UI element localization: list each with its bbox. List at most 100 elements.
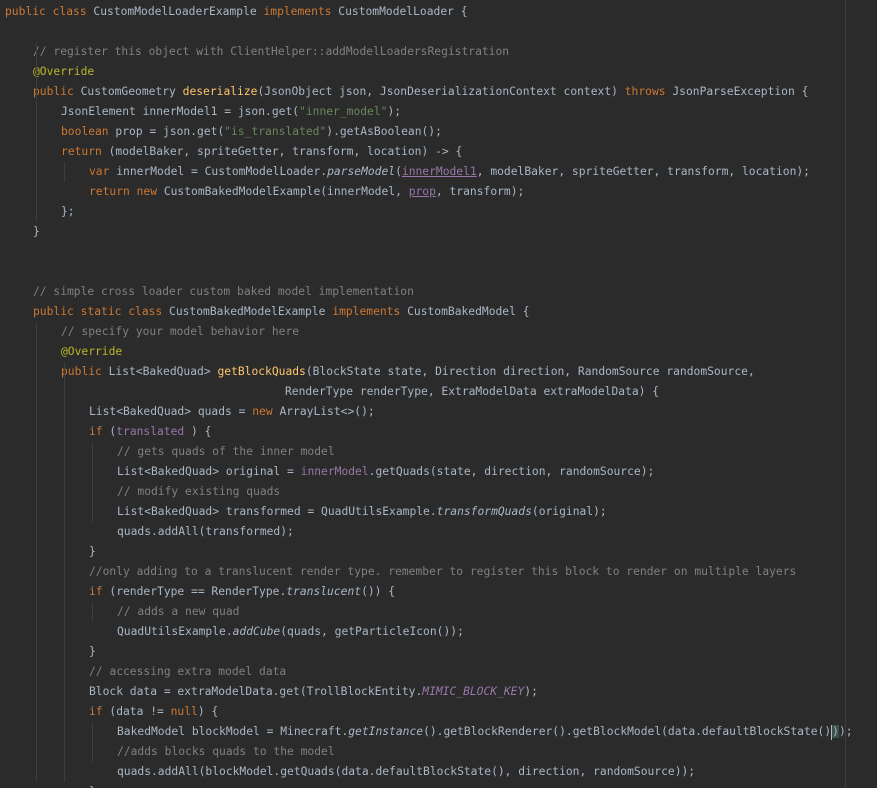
right-margin-guide — [845, 0, 846, 788]
indent-guide — [92, 602, 93, 622]
code-token: parseModel — [327, 165, 396, 178]
code-token: if — [89, 585, 110, 598]
code-line[interactable]: public List<BakedQuad> getBlockQuads(Blo… — [61, 362, 755, 382]
code-line[interactable]: // modify existing quads — [117, 482, 280, 502]
code-token: innerModel = CustomModelLoader. — [116, 165, 328, 178]
code-editor[interactable]: public class CustomModelLoaderExample im… — [0, 0, 877, 788]
code-token: // register this object with ClientHelpe… — [33, 45, 510, 58]
code-token: "inner_model" — [299, 105, 388, 118]
code-token: { — [652, 385, 660, 398]
indent-guide — [36, 42, 37, 222]
code-line[interactable]: boolean prop = json.get("is_translated")… — [61, 122, 442, 142]
code-line[interactable]: @Override — [33, 62, 94, 82]
code-line[interactable]: List<BakedQuad> original = innerModel.ge… — [117, 462, 654, 482]
code-line[interactable]: List<BakedQuad> quads = new ArrayList<>(… — [89, 402, 375, 422]
code-token: translated — [116, 425, 185, 438]
code-line[interactable]: // simple cross loader custom baked mode… — [33, 282, 414, 302]
code-line[interactable]: quads.addAll(blockModel.getQuads(data.de… — [117, 762, 695, 782]
code-token: //only adding to a translucent render ty… — [89, 565, 797, 578]
code-line[interactable]: @Override — [61, 342, 122, 362]
code-line[interactable]: // accessing extra model data — [89, 662, 286, 682]
code-line[interactable]: List<BakedQuad> transformed = QuadUtilsE… — [117, 502, 607, 522]
code-line[interactable]: return new CustomBakedModelExample(inner… — [89, 182, 524, 202]
code-token: ().getBlockRenderer().getBlockModel(data… — [423, 725, 832, 738]
code-line[interactable]: //only adding to a translucent render ty… — [89, 562, 796, 582]
code-token: (renderType == RenderType. — [109, 585, 287, 598]
code-line[interactable]: }; — [61, 202, 75, 222]
code-line[interactable]: BakedModel blockModel = Minecraft.getIns… — [117, 722, 853, 742]
code-line[interactable]: //adds blocks quads to the model — [117, 742, 335, 762]
code-token: null — [170, 705, 198, 718]
code-token: prop = json.get( — [115, 125, 225, 138]
code-token: JsonParseException — [672, 85, 802, 98]
indent-guide — [92, 722, 93, 762]
code-token: addCube — [232, 625, 281, 638]
code-token: implements — [332, 305, 408, 318]
code-line[interactable]: return (modelBaker, spriteGetter, transf… — [61, 142, 462, 162]
code-token: prop — [408, 185, 436, 198]
code-token: (JsonObject json, JsonDeserializationCon… — [257, 85, 625, 98]
code-line[interactable]: // specify your model behavior here — [61, 322, 299, 342]
code-token: } — [89, 645, 96, 658]
code-line[interactable]: RenderType renderType, ExtraModelData ex… — [285, 382, 659, 402]
code-line[interactable]: } — [89, 542, 96, 562]
code-token: RenderType renderType, ExtraModelData ex… — [285, 385, 653, 398]
code-token: ); — [838, 725, 853, 738]
code-token: ); — [387, 105, 408, 118]
code-token: .getQuads(state, direction, randomSource… — [368, 465, 655, 478]
code-token: { — [801, 85, 809, 98]
code-token: return — [61, 145, 109, 158]
code-line[interactable]: // adds a new quad — [117, 602, 239, 622]
code-token: } — [33, 225, 40, 238]
code-token: innerModel — [300, 465, 369, 478]
code-line[interactable]: QuadUtilsExample.addCube(quads, getParti… — [117, 622, 464, 642]
indent-guide — [64, 362, 65, 782]
code-token: CustomBakedModelExample — [169, 305, 333, 318]
code-token: throws — [624, 85, 673, 98]
code-line[interactable]: // gets quads of the inner model — [117, 442, 335, 462]
code-line[interactable]: var innerModel = CustomModelLoader.parse… — [89, 162, 810, 182]
code-line[interactable]: JsonElement innerModel1 = json.get("inne… — [61, 102, 408, 122]
code-token: // gets quads of the inner model — [117, 445, 335, 458]
code-token: ) — [832, 725, 839, 738]
code-token: CustomModelLoaderExample — [93, 5, 264, 18]
code-token: (original); — [531, 505, 607, 518]
code-line[interactable]: public class CustomModelLoaderExample im… — [5, 2, 468, 22]
code-token: CustomGeometry — [80, 85, 183, 98]
code-line[interactable]: quads.addAll(transformed); — [117, 522, 294, 542]
code-token: JsonElement innerModel1 = json.get( — [61, 105, 300, 118]
code-token: CustomModelLoader — [338, 5, 461, 18]
code-token: { — [204, 425, 212, 438]
code-token: boolean — [61, 125, 116, 138]
code-token: public — [33, 85, 81, 98]
code-line[interactable]: } — [89, 782, 96, 788]
code-line[interactable]: } — [33, 222, 40, 242]
code-line[interactable]: // register this object with ClientHelpe… — [33, 42, 509, 62]
code-line[interactable]: } — [89, 642, 96, 662]
code-token: getBlockQuads — [217, 365, 306, 378]
code-token: if — [89, 705, 110, 718]
code-token: @Override — [33, 65, 95, 78]
code-line[interactable]: public CustomGeometry deserialize(JsonOb… — [33, 82, 808, 102]
code-token: ArrayList<>(); — [279, 405, 375, 418]
code-token: List<BakedQuad> transformed = QuadUtilsE… — [117, 505, 437, 518]
indent-guide — [36, 322, 37, 782]
code-token: List<BakedQuad> — [108, 365, 218, 378]
code-token: if — [89, 425, 110, 438]
code-token: // simple cross loader custom baked mode… — [33, 285, 414, 298]
code-token: { — [455, 145, 463, 158]
code-line[interactable]: if (translated ) { — [89, 422, 211, 442]
code-line[interactable]: if (renderType == RenderType.translucent… — [89, 582, 395, 602]
code-token: public static class — [33, 305, 170, 318]
code-line[interactable]: public static class CustomBakedModelExam… — [33, 302, 530, 322]
code-token: MIMIC_BLOCK_KEY — [422, 685, 525, 698]
code-line[interactable]: if (data != null) { — [89, 702, 218, 722]
code-token: }; — [61, 205, 75, 218]
code-token: // specify your model behavior here — [61, 325, 300, 338]
code-token: ( — [395, 165, 402, 178]
code-token: "is_translated" — [224, 125, 327, 138]
code-token: // modify existing quads — [117, 485, 281, 498]
code-token: new — [252, 405, 280, 418]
code-token: (data != — [109, 705, 171, 718]
code-line[interactable]: Block data = extraModelData.get(TrollBlo… — [89, 682, 538, 702]
